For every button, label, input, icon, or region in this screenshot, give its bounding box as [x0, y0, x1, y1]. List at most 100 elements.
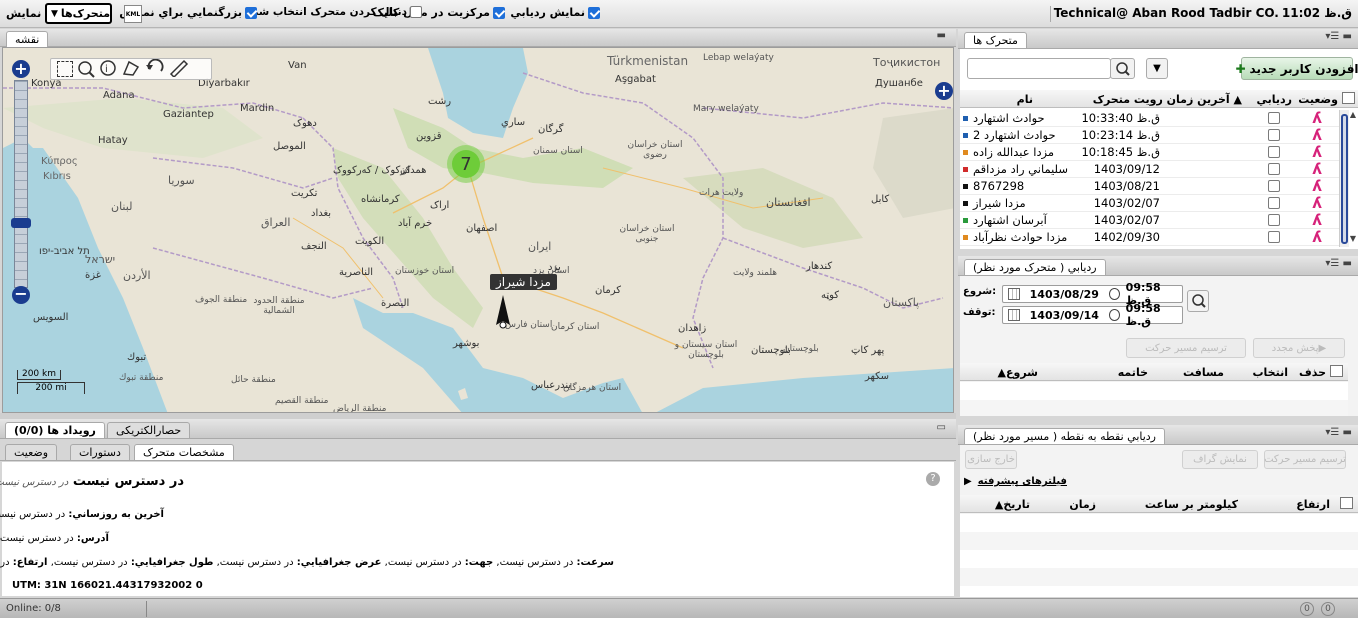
scale-mi: 200 mi [17, 382, 85, 394]
map-label: Mary welaýaty [693, 104, 759, 114]
col-start[interactable]: ▲شروع [998, 366, 1038, 379]
panel-menu-icon[interactable]: ▾☰ ▬ [1325, 258, 1352, 269]
map-canvas[interactable]: Türkmenistan Aşgabat Тоҷикистон Душанбе … [2, 47, 954, 413]
zoom-slider[interactable]: + − [11, 60, 31, 308]
columns-menu-icon[interactable] [1342, 92, 1355, 104]
start-datetime-field[interactable]: 1403/08/29 09:58 ق.ظ [1002, 281, 1183, 307]
vehicle-row[interactable]: ʎ 1403/08/21 8767298 [960, 178, 1340, 195]
tab-vehicles[interactable]: متحرک ها [964, 32, 1027, 48]
columns-menu-icon[interactable] [1340, 497, 1353, 509]
col-select[interactable]: انتخاب [1252, 366, 1288, 379]
cluster-marker[interactable]: 7 [447, 145, 485, 183]
undo-icon[interactable] [145, 58, 165, 80]
panel-menu-icon[interactable]: ▾☰ ▬ [1325, 31, 1352, 42]
kml-icon[interactable]: KML [124, 5, 142, 23]
calendar-icon[interactable] [1008, 309, 1020, 321]
vehicle-row[interactable]: ʎ 1403/02/07 مزدا شيراز [960, 195, 1340, 212]
tab-geofence[interactable]: حصارالکتریکی [107, 422, 191, 438]
p2p-draw-button[interactable]: ترسيم مسير حرکت [1264, 450, 1346, 469]
tracking-search-button[interactable] [1187, 290, 1209, 312]
help-icon[interactable]: ? [926, 472, 940, 486]
col-end[interactable]: خاتمه [1118, 366, 1148, 379]
clock-icon[interactable] [1108, 288, 1120, 300]
columns-menu-icon[interactable] [1330, 365, 1343, 377]
col-altitude[interactable]: ارتفاع [1296, 498, 1330, 511]
panel-menu-icon[interactable]: ▾☰ ▬ [1325, 427, 1352, 438]
position-line: سرعت: در دسترس نيست, جهت: در دسترس نيست,… [0, 557, 614, 568]
zoom-to-show-checkbox[interactable] [245, 6, 257, 19]
clock-icon[interactable] [1108, 309, 1120, 321]
address-label: آدرس: [76, 533, 109, 544]
add-user-button[interactable]: ✚ افزودن کاربر جديد [1235, 57, 1358, 80]
p2p-export-button[interactable]: خارج سازی [965, 450, 1017, 469]
vehicle-row[interactable]: ʎ 10:18:45 ق.ظ مزدا عبدالله زاده [960, 144, 1340, 161]
vehicle-row[interactable]: ʎ 10:23:14 ق.ظ حوادث اشتهارد 2 [960, 127, 1340, 144]
zoom-in-button[interactable]: + [12, 60, 30, 78]
scroll-down-icon[interactable]: ▼ [1350, 234, 1356, 243]
vehicle-marker-icon[interactable] [495, 295, 511, 329]
vehicle-row[interactable]: ʎ 1403/09/12 سليماني راد مزداقم [960, 161, 1340, 178]
ruler-icon[interactable] [169, 59, 189, 80]
zoom-thumb[interactable] [11, 218, 31, 228]
vehicles-scrollbar[interactable] [1339, 110, 1349, 247]
search-button[interactable] [1110, 58, 1135, 79]
filter-dropdown[interactable]: ▼ [1146, 58, 1168, 79]
stop-datetime-field[interactable]: 1403/09/14 09:58 ق.ظ [1002, 302, 1183, 328]
counter-a[interactable]: 0 [1300, 602, 1314, 616]
vehicles-select[interactable]: ▼ متحرک‌ها [45, 3, 112, 24]
select-box-icon[interactable] [57, 61, 73, 77]
col-distance[interactable]: مسافت [1183, 366, 1224, 379]
advanced-filters-toggle[interactable]: ▶ فيلترهای پيشرفته [964, 476, 1067, 487]
map-label: استان خراسان جنوبی [619, 224, 675, 244]
tab-commands[interactable]: دستورات [70, 444, 130, 460]
polygon-icon[interactable] [121, 59, 141, 80]
calendar-icon[interactable] [1008, 288, 1020, 300]
col-name[interactable]: نام [1017, 93, 1033, 106]
follow-selected-checkbox[interactable] [410, 6, 422, 18]
tab-map[interactable]: نقشه [6, 31, 49, 47]
tab-events[interactable]: رويداد ها (0/0) [5, 422, 105, 438]
col-time[interactable]: زمان [1069, 498, 1096, 511]
scroll-up-icon[interactable]: ▲ [1350, 110, 1356, 119]
show-tracking-checkbox[interactable] [588, 6, 600, 19]
maximize-icon[interactable]: ▭ [937, 422, 946, 433]
minimize-icon[interactable]: ▬ [937, 30, 946, 41]
tracking-checkbox[interactable] [1268, 231, 1280, 243]
search-input[interactable] [967, 58, 1111, 79]
toggle-show-tracking[interactable]: نمایش رديابي [510, 6, 600, 19]
toggle-follow-selected[interactable]: دنبال کردن متحرک انتخاب شده [247, 6, 422, 18]
speed-label: سرعت: [576, 557, 614, 568]
vehicle-row[interactable]: ʎ 1402/09/30 مزدا حوادث نظرآباد [960, 229, 1340, 246]
col-date[interactable]: ▲تاريخ [995, 498, 1030, 511]
tracking-checkbox[interactable] [1268, 146, 1280, 158]
zoom-track[interactable] [14, 80, 28, 288]
zoom-box-icon[interactable] [77, 60, 95, 78]
zoom-out-button[interactable]: − [12, 286, 30, 304]
tracking-checkbox[interactable] [1268, 214, 1280, 226]
tab-status[interactable]: وضعيت [5, 444, 58, 460]
layer-switcher-button[interactable]: + [935, 82, 953, 100]
replay-button[interactable]: پخش مجدد ▶ [1253, 338, 1345, 358]
tracking-checkbox[interactable] [1268, 197, 1280, 209]
tracking-checkbox[interactable] [1268, 163, 1280, 175]
map-label: کرکوک / کەرکووک [333, 165, 411, 176]
tracking-checkbox[interactable] [1268, 112, 1280, 124]
col-status[interactable]: وضعيت [1298, 93, 1338, 106]
col-tracking[interactable]: رديابي [1257, 93, 1293, 106]
vehicle-row[interactable]: ʎ 1403/02/07 آبرسان اشتهارد [960, 212, 1340, 229]
col-last-seen[interactable]: آخرين زمان رويت متحرک ▲ [1093, 93, 1242, 106]
tab-tracking[interactable]: رديابي ( متحرک مورد نظر) [964, 259, 1106, 275]
p2p-chart-button[interactable]: نمايش گراف [1182, 450, 1258, 469]
center-on-click-checkbox[interactable] [493, 6, 505, 19]
col-delete[interactable]: حذف [1299, 366, 1326, 379]
info-icon[interactable]: i [99, 59, 117, 80]
tab-vehicle-details[interactable]: مشخصات متحرک [134, 444, 234, 460]
tab-point-to-point[interactable]: رديابي نقطه به نقطه ( مسير مورد نظر) [964, 428, 1165, 444]
tracking-checkbox[interactable] [1268, 180, 1280, 192]
col-speed[interactable]: کيلومتر بر ساعت [1145, 498, 1238, 511]
counter-b[interactable]: 0 [1321, 602, 1335, 616]
scrollbar-thumb[interactable] [1341, 114, 1348, 244]
draw-route-button[interactable]: ترسيم مسير حرکت [1126, 338, 1246, 358]
vehicle-row[interactable]: ʎ 10:33:40 ق.ظ حوادث اشتهارد [960, 110, 1340, 127]
tracking-checkbox[interactable] [1268, 129, 1280, 141]
